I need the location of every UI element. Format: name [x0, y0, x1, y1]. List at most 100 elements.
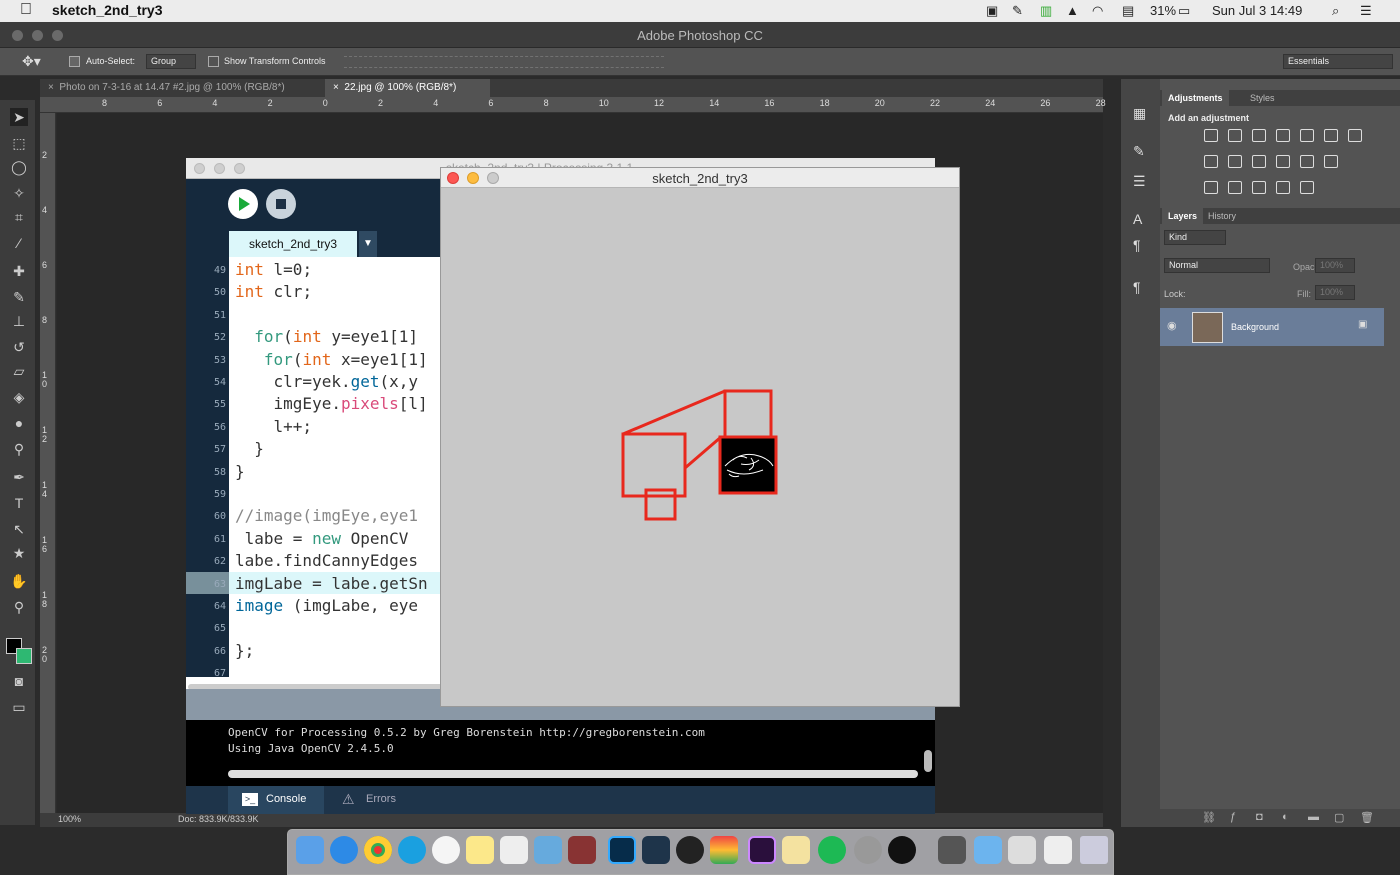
- fill-field[interactable]: 100%: [1315, 285, 1355, 300]
- premiere-icon[interactable]: [748, 836, 776, 864]
- console-tab[interactable]: >_ Console: [228, 786, 324, 814]
- mask-icon[interactable]: ◘: [1256, 811, 1263, 823]
- trash-icon[interactable]: 🗑: [1360, 811, 1374, 824]
- tab-styles[interactable]: Styles: [1244, 90, 1281, 106]
- adjustment-icon[interactable]: [1276, 129, 1290, 142]
- spotlight-icon[interactable]: ⌕: [1332, 3, 1339, 19]
- chrome-window-icon-2[interactable]: [1044, 836, 1072, 864]
- clock[interactable]: Sun Jul 3 14:49: [1212, 3, 1302, 18]
- quicktime-icon[interactable]: [888, 836, 916, 864]
- zoom-level[interactable]: 100%: [58, 814, 81, 824]
- applications-folder-icon[interactable]: [974, 836, 1002, 864]
- magic-wand-icon[interactable]: ✧: [10, 184, 28, 202]
- shape-tool-icon[interactable]: ★: [10, 544, 28, 562]
- chrome-icon[interactable]: [364, 836, 392, 864]
- crop-tool-icon[interactable]: ⌗: [10, 208, 28, 226]
- quick-mask-icon[interactable]: ◙: [10, 672, 28, 690]
- paragraph-styles-icon[interactable]: ¶: [1133, 279, 1141, 295]
- marquee-tool-icon[interactable]: ⬚: [10, 134, 28, 152]
- tab-close-icon[interactable]: ×: [333, 82, 339, 93]
- adjustment-icon[interactable]: [1348, 129, 1362, 142]
- zoom-button[interactable]: [234, 163, 245, 174]
- code-line[interactable]: labe.findCannyEdges: [235, 551, 418, 570]
- blend-mode-dropdown[interactable]: Normal: [1164, 258, 1270, 273]
- paragraph-panel-icon[interactable]: ¶: [1133, 237, 1141, 253]
- workspace-dropdown[interactable]: Essentials: [1283, 54, 1393, 69]
- code-line[interactable]: int l=0;: [235, 260, 312, 279]
- zoom-tool-icon[interactable]: ⚲: [10, 598, 28, 616]
- skype-icon[interactable]: [398, 836, 426, 864]
- console-v-scrollbar[interactable]: [924, 750, 932, 772]
- layer-row-background[interactable]: ◉ Background ▣: [1160, 308, 1384, 346]
- status-icon[interactable]: ▣: [986, 3, 998, 19]
- opacity-field[interactable]: 100%: [1315, 258, 1355, 273]
- hand-tool-icon[interactable]: ✋: [10, 572, 28, 590]
- close-button[interactable]: [194, 163, 205, 174]
- background-color-swatch[interactable]: [16, 648, 32, 664]
- adjustment-icon[interactable]: [1300, 155, 1314, 168]
- adjustment-icon[interactable]: [1300, 181, 1314, 194]
- path-selection-icon[interactable]: ↖: [10, 520, 28, 538]
- new-layer-icon[interactable]: ▢: [1334, 811, 1344, 824]
- visibility-eye-icon[interactable]: ◉: [1167, 319, 1177, 332]
- system-preferences-icon[interactable]: [854, 836, 882, 864]
- adjustment-icon[interactable]: [1252, 129, 1266, 142]
- properties-icon[interactable]: ☰: [1133, 173, 1146, 190]
- adjustment-icon[interactable]: [1204, 155, 1218, 168]
- itunes-icon[interactable]: [432, 836, 460, 864]
- lasso-tool-icon[interactable]: ◯: [10, 158, 28, 176]
- code-line[interactable]: for(int x=eye1[1]: [235, 350, 428, 369]
- tab-layers[interactable]: Layers: [1162, 208, 1204, 224]
- brush-presets-icon[interactable]: ✎: [1133, 143, 1145, 160]
- wifi-icon[interactable]: ◠: [1092, 3, 1103, 19]
- stop-button[interactable]: [266, 189, 296, 219]
- textedit-icon[interactable]: [782, 836, 810, 864]
- adjustment-icon[interactable]: [1300, 129, 1314, 142]
- preview-icon[interactable]: [534, 836, 562, 864]
- trash-icon[interactable]: [1080, 836, 1108, 864]
- dodge-tool-icon[interactable]: ⚲: [10, 440, 28, 458]
- align-distribute-icons[interactable]: [344, 56, 664, 68]
- fx-icon[interactable]: ƒ: [1230, 811, 1236, 823]
- move-tool-icon[interactable]: ✥▾: [22, 53, 41, 70]
- doc-size[interactable]: Doc: 833.9K/833.9K: [178, 814, 259, 824]
- healing-brush-icon[interactable]: ✚: [10, 262, 28, 280]
- code-line[interactable]: imgEye.pixels[l]: [235, 394, 428, 413]
- brush-tool-icon[interactable]: ✎: [10, 288, 28, 306]
- code-line[interactable]: //image(imgEye,eye1: [235, 506, 418, 525]
- move-tool-icon[interactable]: ➤: [10, 108, 28, 126]
- code-line[interactable]: l++;: [235, 417, 313, 436]
- pen-tool-icon[interactable]: ✒: [10, 468, 28, 486]
- tab-history[interactable]: History: [1202, 208, 1242, 224]
- tab-22[interactable]: × 22.jpg @ 100% (RGB/8*): [325, 79, 490, 97]
- tab-close-icon[interactable]: ×: [48, 82, 54, 93]
- adjustment-icon[interactable]: [1324, 129, 1338, 142]
- eraser-tool-icon[interactable]: ▱: [10, 362, 28, 380]
- notes-icon[interactable]: [466, 836, 494, 864]
- code-line[interactable]: }: [235, 462, 245, 481]
- adjustment-icon[interactable]: [1252, 181, 1266, 194]
- warning-icon[interactable]: ▲: [1066, 3, 1079, 18]
- bucket-tool-icon[interactable]: ◈: [10, 388, 28, 406]
- battery-percent[interactable]: 31%: [1150, 3, 1176, 18]
- link-layers-icon[interactable]: ⛓: [1202, 811, 1216, 824]
- run-button[interactable]: [228, 189, 258, 219]
- adjustment-icon[interactable]: [1252, 155, 1266, 168]
- kind-filter-dropdown[interactable]: Kind: [1164, 230, 1226, 245]
- notification-center-icon[interactable]: ☰: [1360, 3, 1372, 19]
- tab-photo[interactable]: × Photo on 7-3-16 at 14.47 #2.jpg @ 100%…: [40, 79, 325, 97]
- auto-select-checkbox[interactable]: [69, 56, 80, 67]
- safari-icon[interactable]: [330, 836, 358, 864]
- reminders-icon[interactable]: [500, 836, 528, 864]
- adjustment-icon[interactable]: [1204, 181, 1218, 194]
- adjustment-icon[interactable]: [1276, 155, 1290, 168]
- code-line[interactable]: }: [235, 439, 264, 458]
- eyedropper-tool-icon[interactable]: ⁄: [10, 234, 28, 252]
- group-icon[interactable]: ▬: [1308, 811, 1319, 823]
- code-line[interactable]: labe = new OpenCV: [235, 529, 409, 548]
- document-icon[interactable]: [938, 836, 966, 864]
- code-line[interactable]: int clr;: [235, 282, 312, 301]
- code-line[interactable]: image (imgLabe, eye: [235, 596, 418, 615]
- chrome-window-icon[interactable]: [1008, 836, 1036, 864]
- tool-icon[interactable]: ✎: [1012, 3, 1023, 19]
